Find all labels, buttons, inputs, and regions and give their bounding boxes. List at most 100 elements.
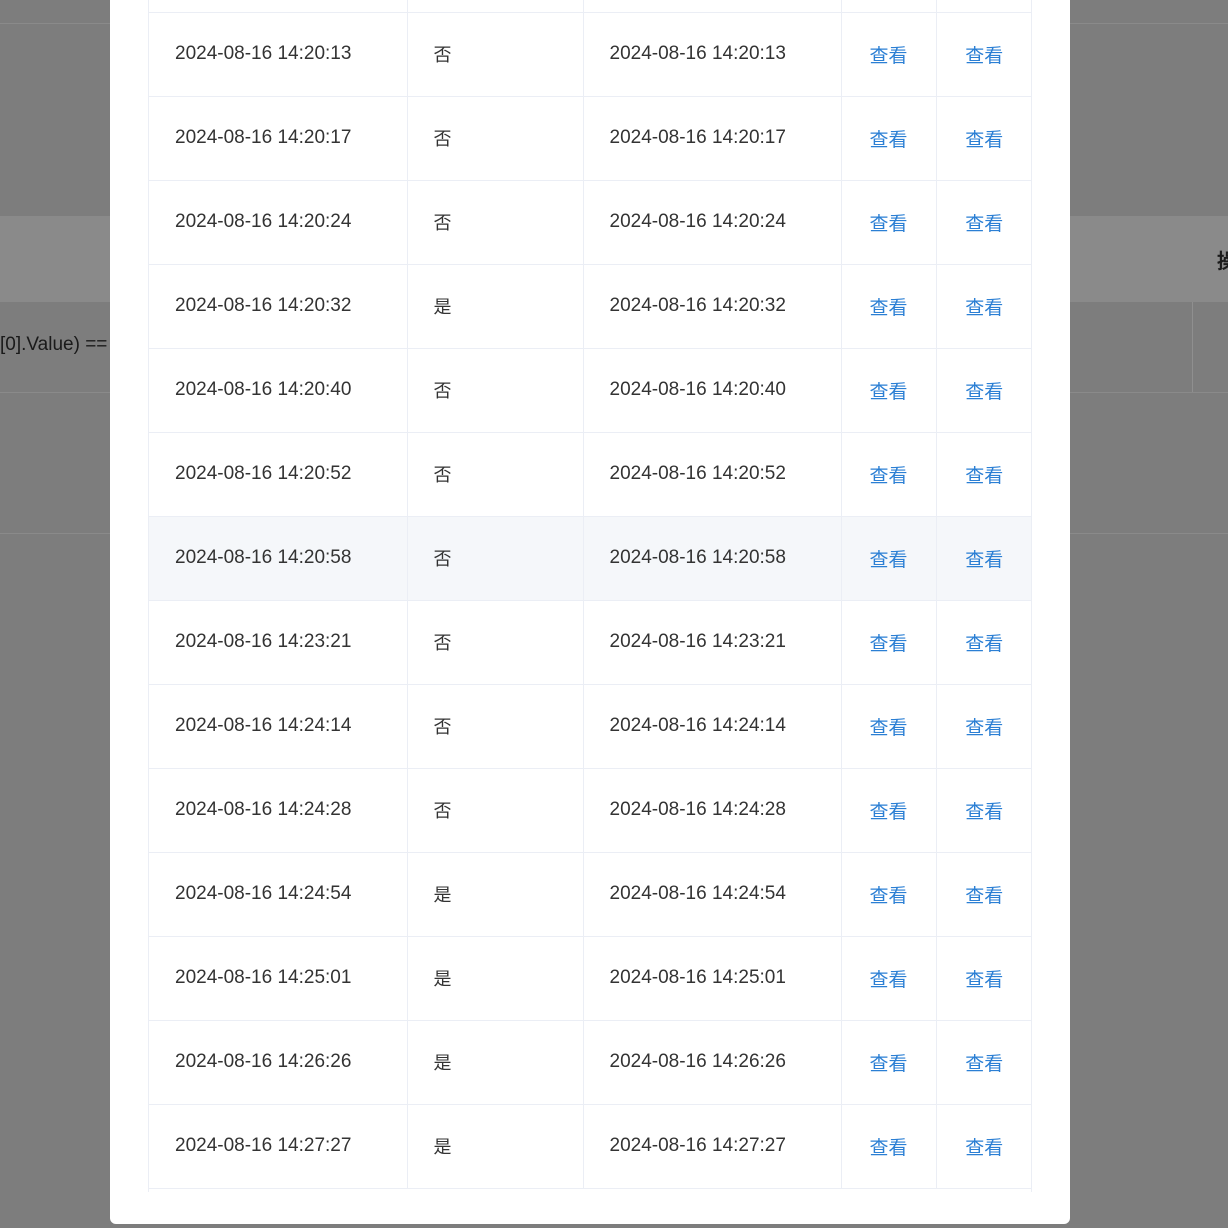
view-link[interactable]: 查看 [965,885,1003,907]
time-cell: 2024-08-16 14:20:32 [149,264,408,349]
view-cell: 查看 [936,348,1031,433]
time-cell: 2024-08-16 14:24:14 [149,684,408,769]
time-cell: 2024-08-16 14:23:21 [149,600,408,685]
time2-cell: 2024-08-16 14:20:32 [583,264,842,349]
view-cell: 查看 [936,852,1031,937]
view-link[interactable]: 查看 [869,717,907,739]
view-link[interactable]: 查看 [869,45,907,67]
time2-cell-text: 2024-08-16 14:20:24 [609,211,786,232]
view-cell: 查看 [936,516,1031,601]
time-cell: 2024-08-16 14:26:26 [149,1020,408,1105]
time-cell: 2024-08-16 14:20:52 [149,432,408,517]
view-link[interactable]: 查看 [965,801,1003,823]
view-cell: 查看 [841,852,937,937]
view-link[interactable]: 查看 [869,213,907,235]
background-column-divider [1192,302,1193,392]
view-cell: 查看 [841,684,937,769]
table-row[interactable]: 2024-08-16 14:25:01 是 2024-08-16 14:25:01 查… [149,936,1031,1021]
view-link[interactable]: 查看 [869,549,907,571]
view-link[interactable]: 查看 [965,381,1003,403]
view-link[interactable]: 查看 [869,381,907,403]
view-link[interactable]: 查看 [965,45,1003,67]
view-link[interactable]: 查看 [869,129,907,151]
view-link[interactable]: 查看 [965,969,1003,991]
view-cell: 查看 [936,600,1031,685]
flag-cell: 否 [407,600,584,685]
time-cell-text: 2024-08-16 14:20:13 [175,43,352,64]
time-cell: 2024-08-16 14:24:28 [149,768,408,853]
table-row[interactable]: 2024-08-16 14:20:52 否 2024-08-16 14:20:52 查… [149,432,1031,517]
time2-cell: 2024-08-16 14:27:27 [583,1104,842,1189]
time2-cell-text: 2024-08-16 14:25:01 [609,967,786,988]
history-table: 2024-08-16 14:20:13 否 2024-08-16 14:20:13 查… [148,0,1032,1192]
time-cell-text: 2024-08-16 14:25:01 [175,967,352,988]
table-row[interactable]: 2024-08-16 14:20:17 否 2024-08-16 14:20:17 查… [149,96,1031,181]
table-row[interactable]: 2024-08-16 14:23:21 否 2024-08-16 14:23:21 查… [149,600,1031,685]
flag-cell-text: 否 [433,717,452,738]
view-link[interactable]: 查看 [869,1053,907,1075]
table-row[interactable]: 2024-08-16 14:24:14 否 2024-08-16 14:24:14 查… [149,684,1031,769]
table-cell [936,0,1031,13]
view-link[interactable]: 查看 [869,801,907,823]
time-cell: 2024-08-16 14:27:27 [149,1104,408,1189]
time2-cell-text: 2024-08-16 14:20:32 [609,295,786,316]
view-cell: 查看 [841,96,937,181]
view-cell: 查看 [936,936,1031,1021]
table-row[interactable]: 2024-08-16 14:24:54 是 2024-08-16 14:24:54 查… [149,852,1031,937]
view-link[interactable]: 查看 [965,129,1003,151]
time2-cell-text: 2024-08-16 14:20:52 [609,463,786,484]
view-link[interactable]: 查看 [965,717,1003,739]
time-cell-text: 2024-08-16 14:24:54 [175,883,352,904]
table-row[interactable]: 2024-08-16 14:26:26 是 2024-08-16 14:26:26 查… [149,1020,1031,1105]
view-link[interactable]: 查看 [965,633,1003,655]
table-row[interactable]: 2024-08-16 14:24:28 否 2024-08-16 14:24:28 查… [149,768,1031,853]
history-table-body: 2024-08-16 14:20:13 否 2024-08-16 14:20:13 查… [149,0,1031,1189]
time2-cell-text: 2024-08-16 14:24:28 [609,799,786,820]
table-row[interactable]: 2024-08-16 14:20:13 否 2024-08-16 14:20:13 查… [149,12,1031,97]
view-link[interactable]: 查看 [869,297,907,319]
table-row[interactable]: 2024-08-16 14:20:40 否 2024-08-16 14:20:40 查… [149,348,1031,433]
time-cell-text: 2024-08-16 14:26:26 [175,1051,352,1072]
view-link[interactable]: 查看 [965,1053,1003,1075]
time2-cell: 2024-08-16 14:20:17 [583,96,842,181]
flag-cell-text: 否 [433,381,452,402]
time-cell-text: 2024-08-16 14:20:32 [175,295,352,316]
view-cell: 查看 [936,1104,1031,1189]
view-cell: 查看 [841,516,937,601]
view-cell: 查看 [936,96,1031,181]
view-link[interactable]: 查看 [965,465,1003,487]
view-link[interactable]: 查看 [869,633,907,655]
view-link[interactable]: 查看 [965,1137,1003,1159]
view-link[interactable]: 查看 [869,1137,907,1159]
flag-cell: 是 [407,852,584,937]
view-cell: 查看 [841,432,937,517]
view-link[interactable]: 查看 [965,213,1003,235]
flag-cell: 否 [407,12,584,97]
flag-cell-text: 是 [433,1137,452,1158]
view-cell: 查看 [841,348,937,433]
table-row[interactable]: 2024-08-16 14:27:27 是 2024-08-16 14:27:27 查… [149,1104,1031,1189]
view-link[interactable]: 查看 [965,297,1003,319]
time-cell: 2024-08-16 14:20:58 [149,516,408,601]
flag-cell-text: 是 [433,969,452,990]
flag-cell: 是 [407,1104,584,1189]
view-link[interactable]: 查看 [869,465,907,487]
flag-cell: 是 [407,1020,584,1105]
view-link[interactable]: 查看 [869,885,907,907]
view-link[interactable]: 查看 [965,549,1003,571]
time2-cell: 2024-08-16 14:25:01 [583,936,842,1021]
flag-cell: 否 [407,96,584,181]
time-cell: 2024-08-16 14:20:40 [149,348,408,433]
table-row[interactable]: 2024-08-16 14:20:32 是 2024-08-16 14:20:32 查… [149,264,1031,349]
table-row[interactable]: 2024-08-16 14:20:58 否 2024-08-16 14:20:58 查… [149,516,1031,601]
time2-cell-text: 2024-08-16 14:24:54 [609,883,786,904]
time-cell: 2024-08-16 14:20:13 [149,12,408,97]
flag-cell: 否 [407,180,584,265]
view-cell: 查看 [936,180,1031,265]
view-link[interactable]: 查看 [869,969,907,991]
time-cell: 2024-08-16 14:24:54 [149,852,408,937]
table-row[interactable]: 2024-08-16 14:20:24 否 2024-08-16 14:20:24 查… [149,180,1031,265]
time2-cell-text: 2024-08-16 14:20:58 [609,547,786,568]
view-cell: 查看 [936,12,1031,97]
time2-cell: 2024-08-16 14:24:54 [583,852,842,937]
